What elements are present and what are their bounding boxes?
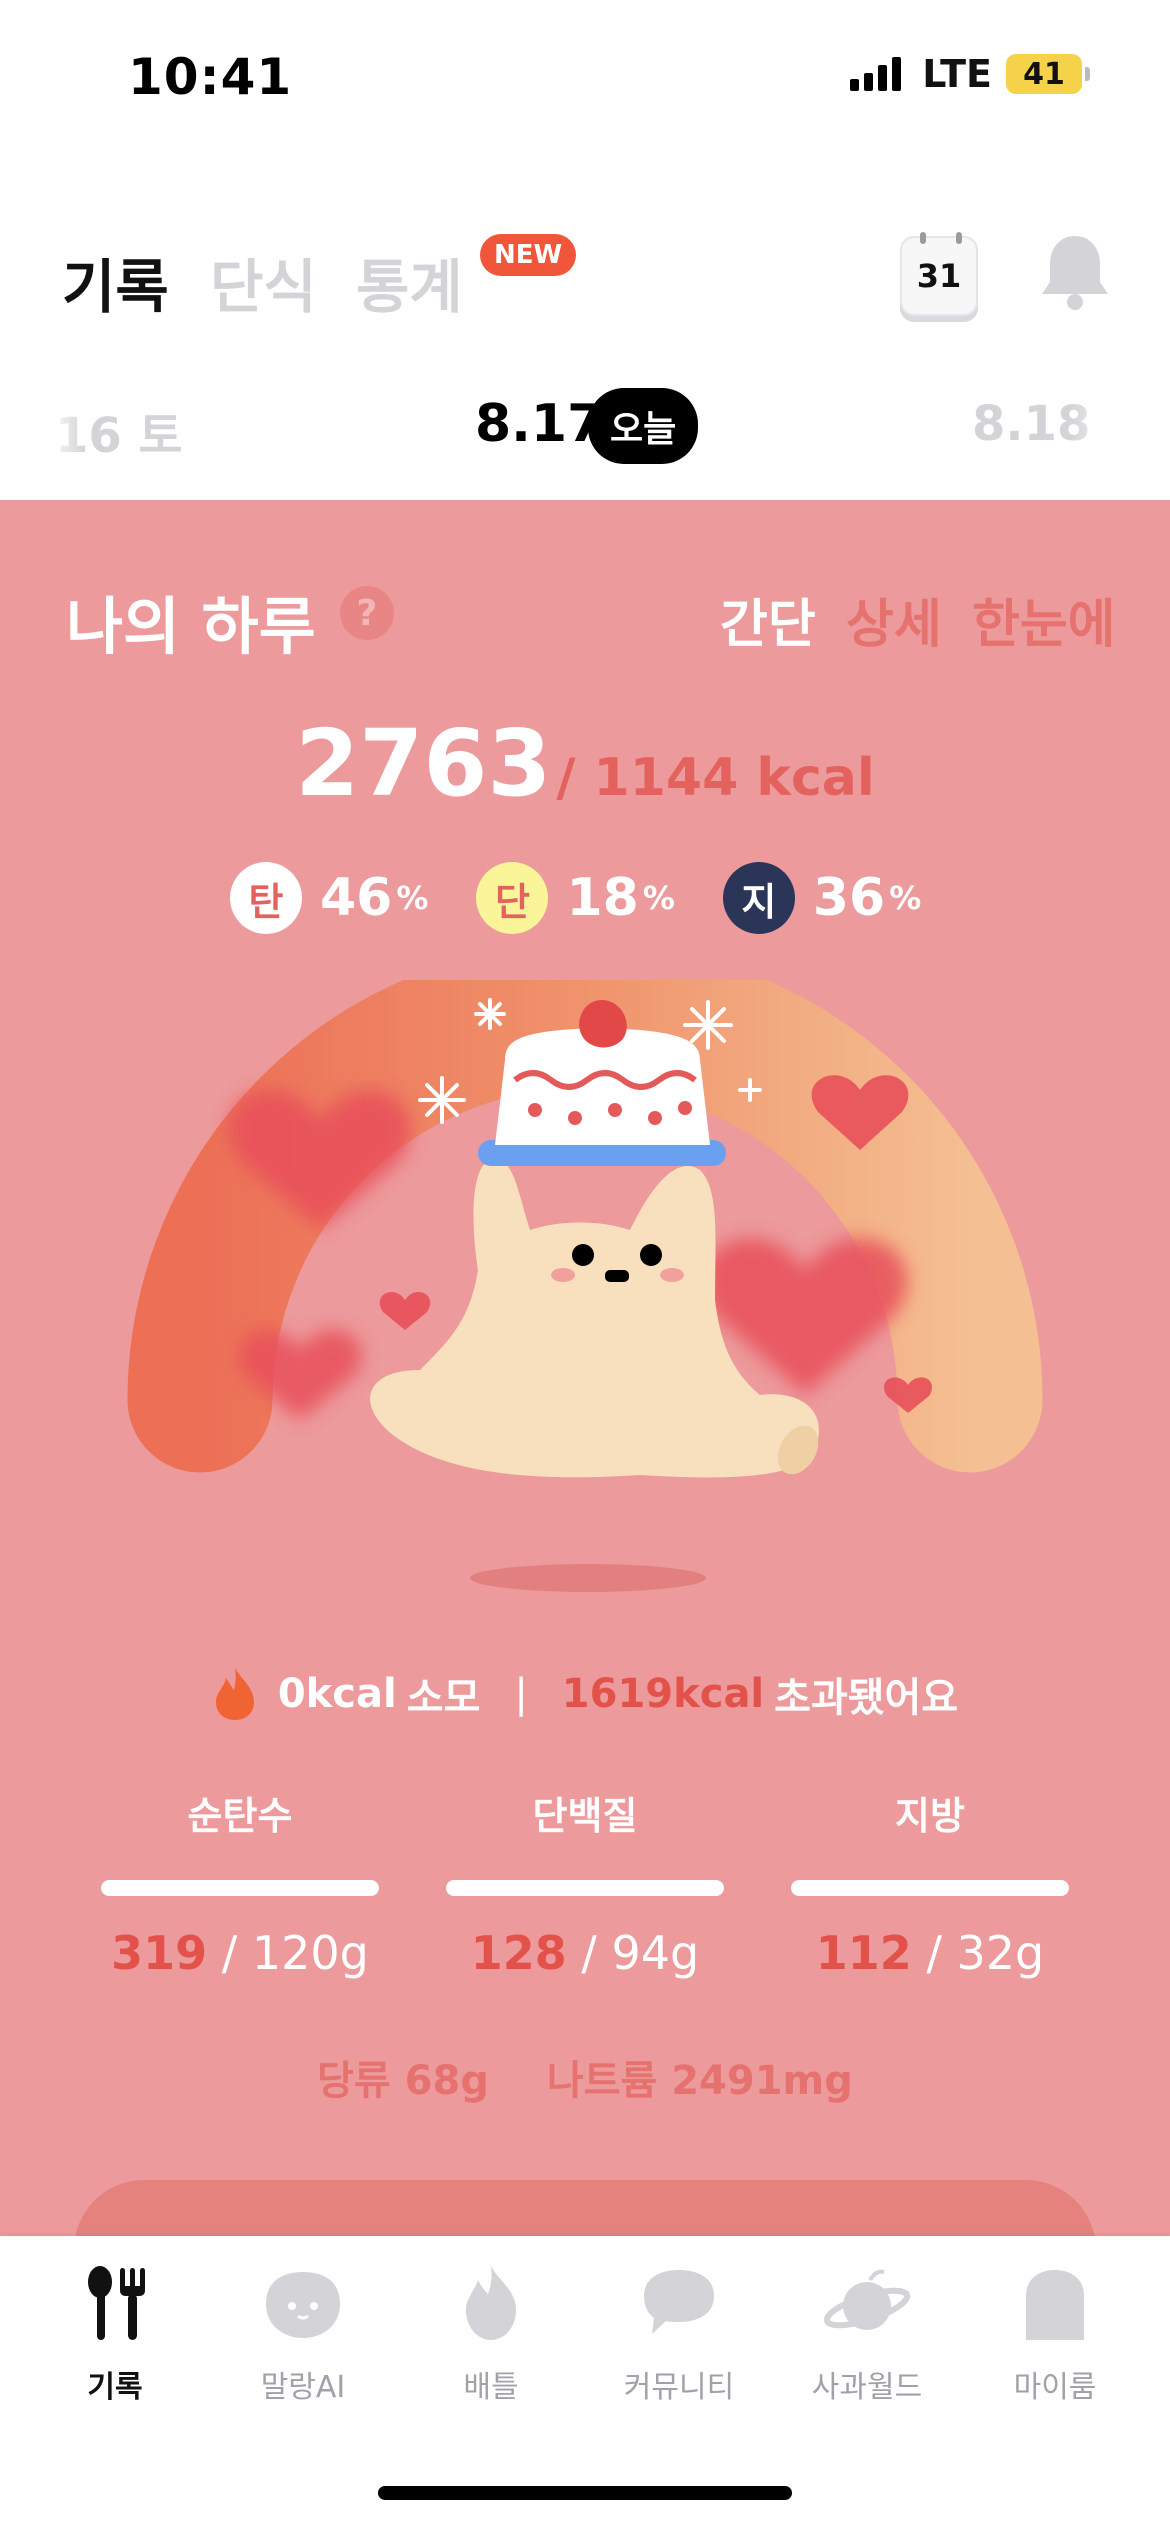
fat-ratio-unit: % — [889, 879, 922, 917]
kcal-summary: 2763 / 1144 kcal — [0, 710, 1170, 817]
heart-small-2 — [379, 1291, 431, 1330]
nav-malang-ai[interactable]: 말랑AI — [208, 2264, 398, 2406]
battery-tip — [1085, 67, 1090, 81]
nav-apple-world-label: 사과월드 — [811, 2370, 923, 2405]
today-badge[interactable]: 오늘 — [588, 388, 699, 464]
character-eye-right — [640, 1244, 662, 1266]
character-eye-left — [572, 1244, 594, 1266]
nav-battle[interactable]: 배틀 — [396, 2264, 586, 2406]
new-badge: NEW — [480, 234, 577, 276]
macro-carb-label: 순탄수 — [187, 1794, 293, 1838]
ratio-carb: 탄 46 % — [230, 862, 428, 934]
over-value: 1619kcal — [561, 1671, 765, 1717]
nav-community[interactable]: 커뮤니티 — [584, 2264, 774, 2406]
character-shadow — [470, 1564, 706, 1592]
burn-separator: | — [514, 1671, 528, 1717]
macro-carb-bar — [101, 1880, 379, 1896]
home-indicator — [378, 2486, 792, 2500]
malang-face-icon — [266, 2272, 340, 2338]
burn-label: 소모 — [406, 1675, 481, 1721]
ghost-room-icon — [1026, 2270, 1084, 2340]
ratio-protein: 단 18 % — [476, 862, 675, 934]
macro-carb-target: / 120g — [207, 1926, 369, 1980]
macro-carb: 순탄수 319 / 120g — [100, 1785, 380, 1980]
fat-chip: 지 — [722, 862, 795, 934]
date-next[interactable]: 8.18 — [972, 396, 1132, 456]
tab-record[interactable]: 기록 — [62, 240, 169, 324]
kcal-eaten: 2763 — [295, 710, 552, 817]
sparkle-2 — [418, 1076, 466, 1124]
fork-knife-icon — [88, 2266, 145, 2340]
carb-chip: 탄 — [230, 862, 302, 934]
fat-ratio-value: 36 — [812, 868, 886, 928]
nav-my-room-label: 마이룸 — [1013, 2370, 1097, 2405]
nav-community-label: 커뮤니티 — [623, 2370, 735, 2405]
extra-nutrients: 당류 68g 나트륨 2491mg — [0, 2048, 1170, 2106]
tab-stats[interactable]: 통계 — [356, 240, 463, 324]
carb-ratio-value: 46 — [320, 868, 393, 928]
nav-record-label: 기록 — [87, 2370, 143, 2405]
macro-carb-value: 319 / 120g — [100, 1926, 380, 1980]
flame-nav-icon — [466, 2266, 516, 2340]
ratio-fat: 지 36 % — [722, 862, 922, 934]
nav-record[interactable]: 기록 — [20, 2264, 210, 2406]
signal-icon — [850, 57, 906, 91]
view-option-glance[interactable]: 한눈에 — [972, 582, 1116, 657]
macro-fat-bar — [791, 1880, 1069, 1896]
macro-fat-label: 지방 — [895, 1794, 965, 1838]
status-bar: 10:41 LTE 41 — [0, 0, 1170, 150]
calorie-gauge-illustration — [0, 942, 1170, 1620]
sodium-value: 나트륨 2491mg — [546, 2058, 853, 2104]
help-icon[interactable]: ? — [340, 586, 394, 640]
date-current: 8.17 — [475, 394, 604, 454]
view-option-detail[interactable]: 상세 — [846, 582, 942, 657]
daily-summary-card: 나의 하루 ? 간단 상세 한눈에 2763 / 1144 kcal 탄 46 … — [0, 500, 1170, 2320]
burn-value: 0kcal — [277, 1671, 397, 1717]
view-option-simple[interactable]: 간단 — [720, 582, 816, 657]
macro-fat-target: / 32g — [911, 1926, 1045, 1980]
carb-ratio-unit: % — [396, 879, 429, 917]
battery-icon: 41 — [1006, 54, 1082, 94]
kcal-target: / 1144 kcal — [556, 748, 875, 808]
nav-apple-world[interactable]: 사과월드 — [772, 2264, 962, 2406]
network-label: LTE — [922, 52, 992, 96]
macro-fat-value: 112 / 32g — [790, 1926, 1070, 1980]
top-tab-bar: 기록 단식 통계 NEW 31 — [0, 210, 1170, 330]
macro-fat: 지방 112 / 32g — [790, 1785, 1070, 1980]
flame-icon — [215, 1668, 254, 1720]
nav-my-room[interactable]: 마이룸 — [960, 2264, 1150, 2406]
date-prev[interactable]: 16 토 — [45, 396, 183, 466]
section-title: 나의 하루 — [66, 590, 316, 663]
macro-protein-target: / 94g — [566, 1926, 700, 1980]
date-navigator: 16 토 8.17 오늘 8.18 — [0, 380, 1170, 480]
calendar-icon[interactable]: 31 — [900, 232, 978, 316]
protein-ratio-unit: % — [642, 879, 675, 917]
speech-bubble-icon — [644, 2270, 714, 2334]
macro-fat-eaten: 112 — [815, 1926, 912, 1980]
over-label: 초과됐어요 — [774, 1675, 959, 1721]
macro-protein-label: 단백질 — [532, 1794, 638, 1838]
nav-malang-ai-label: 말랑AI — [260, 2370, 346, 2405]
macro-protein: 단백질 128 / 94g — [445, 1785, 725, 1980]
status-time: 10:41 — [128, 48, 293, 106]
burn-status-row: 0kcal 소모 | 1619kcal 초과됐어요 — [0, 1665, 1170, 1723]
macro-ratio-row: 탄 46 % 단 18 % 지 36 % — [230, 860, 969, 936]
nav-battle-label: 배틀 — [463, 2370, 519, 2405]
planet-icon — [823, 2269, 911, 2330]
character-mouth — [605, 1270, 629, 1282]
sparkle-1 — [474, 998, 506, 1030]
macro-protein-value: 128 / 94g — [445, 1926, 725, 1980]
sugar-value: 당류 68g — [317, 2058, 489, 2104]
tab-fasting[interactable]: 단식 — [210, 240, 317, 324]
macro-carb-eaten: 319 — [111, 1926, 208, 1980]
protein-ratio-value: 18 — [566, 868, 639, 928]
bell-icon[interactable] — [1040, 232, 1110, 312]
status-indicators: LTE 41 — [850, 52, 1090, 96]
protein-chip: 단 — [476, 862, 549, 934]
macro-protein-bar — [446, 1880, 724, 1896]
macro-protein-eaten: 128 — [470, 1926, 567, 1980]
sparkle-3 — [683, 1000, 733, 1050]
